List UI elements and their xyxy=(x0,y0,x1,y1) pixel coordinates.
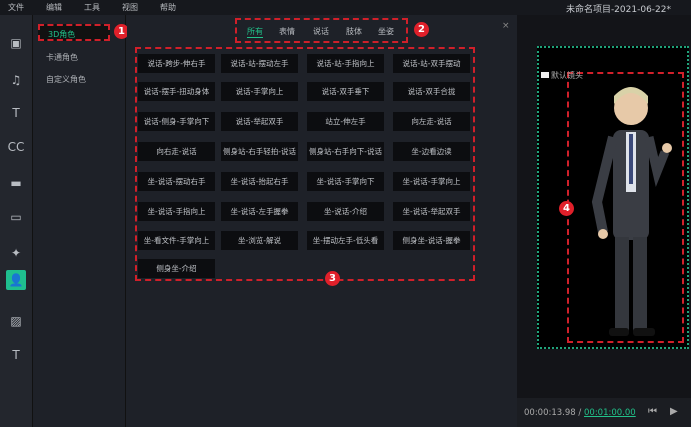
action-item[interactable]: 坐-说话-手掌向上 xyxy=(393,172,470,191)
category-item[interactable]: 3D角色 xyxy=(38,24,110,41)
folder-icon[interactable]: ▬ xyxy=(6,173,26,193)
action-item[interactable]: 坐-说话-摆动右手 xyxy=(138,172,215,191)
action-item[interactable]: 坐-说话-左手握拳 xyxy=(221,202,298,221)
action-item[interactable]: 坐-浏览-解说 xyxy=(221,231,298,250)
text-icon[interactable]: T xyxy=(6,103,26,123)
menu-item[interactable]: 编辑 xyxy=(46,2,62,13)
annotation-badge-2: 2 xyxy=(414,22,429,37)
action-item[interactable]: 说话-站-摆动左手 xyxy=(221,54,298,73)
menu-item[interactable]: 文件 xyxy=(8,2,24,13)
caption-icon[interactable]: CC xyxy=(6,137,26,157)
character-annotation xyxy=(567,72,684,343)
annotation-badge-4: 4 xyxy=(559,201,574,216)
music-icon[interactable]: ♫ xyxy=(6,70,26,90)
category-item[interactable]: 自定义角色 xyxy=(46,74,86,85)
camera-label-text: 默认镜头 xyxy=(551,71,583,80)
action-item[interactable]: 说话-跨步-伸右手 xyxy=(138,54,215,73)
current-time: 00:00:13.98 / xyxy=(524,408,582,418)
action-item[interactable]: 说话-双手合拢 xyxy=(393,82,470,101)
action-item[interactable]: 坐-说话-手指向上 xyxy=(138,202,215,221)
action-item[interactable]: 坐-说话-介绍 xyxy=(307,202,384,221)
action-item[interactable]: 侧身坐-介绍 xyxy=(138,259,215,278)
action-item[interactable]: 坐-说话-手掌向下 xyxy=(307,172,384,191)
camera-icon xyxy=(541,72,549,78)
action-item[interactable]: 说话-站-双手摆动 xyxy=(393,54,470,73)
menu-item[interactable]: 帮助 xyxy=(160,2,176,13)
tab-2[interactable]: 说话 xyxy=(313,26,329,37)
tab-0[interactable]: 所有 xyxy=(247,26,263,38)
effects-icon[interactable]: ✦ xyxy=(6,243,26,263)
menu-item[interactable]: 视图 xyxy=(122,2,138,13)
skip-back-icon[interactable]: ⏮ xyxy=(648,406,657,417)
video-icon[interactable]: ▣ xyxy=(6,33,26,53)
action-item[interactable]: 向左走-说话 xyxy=(393,112,470,131)
project-title: 未命名项目-2021-06-22* xyxy=(565,5,671,15)
category-panel: 3D角色卡通角色自定义角色 xyxy=(34,15,126,427)
action-item[interactable]: 侧身坐-说话-握拳 xyxy=(393,231,470,250)
tab-1[interactable]: 表情 xyxy=(279,26,295,37)
action-item[interactable]: 侧身站-右手向下-说话 xyxy=(307,142,384,161)
tab-3[interactable]: 肢体 xyxy=(346,26,362,37)
tool-rail: ▣ ♫ T CC ▬ ▭ ✦ 👤 ▨ T xyxy=(0,15,33,427)
character-icon[interactable]: 👤 xyxy=(6,270,26,290)
subtitle-icon[interactable]: T xyxy=(6,345,26,365)
play-icon[interactable]: ▶ xyxy=(670,406,678,417)
tab-4[interactable]: 坐姿 xyxy=(378,26,394,37)
category-item[interactable]: 卡通角色 xyxy=(46,52,78,63)
action-item[interactable]: 坐-看文件-手掌向上 xyxy=(138,231,215,250)
annotation-badge-3: 3 xyxy=(325,271,340,286)
action-item[interactable]: 说话-双手垂下 xyxy=(307,82,384,101)
action-item[interactable]: 说话-举起双手 xyxy=(221,112,298,131)
action-item[interactable]: 坐-边看边读 xyxy=(393,142,470,161)
action-item[interactable]: 站立-伸左手 xyxy=(307,112,384,131)
action-item[interactable]: 说话-站-手指向上 xyxy=(307,54,384,73)
action-item[interactable]: 向右走-说话 xyxy=(138,142,215,161)
camera-label: 默认镜头 xyxy=(541,70,583,81)
action-item[interactable]: 坐-摆动左手-低头看 xyxy=(307,231,384,250)
action-item[interactable]: 说话-摆手-扭动身体 xyxy=(138,82,215,101)
action-item[interactable]: 侧身站-右手轻拍-说话 xyxy=(221,142,298,161)
transition-icon[interactable]: ▨ xyxy=(6,311,26,331)
action-item[interactable]: 坐-说话-举起双手 xyxy=(393,202,470,221)
screen-icon[interactable]: ▭ xyxy=(6,207,26,227)
action-item[interactable]: 说话-侧身-手掌向下 xyxy=(138,112,215,131)
action-item[interactable]: 说话-手掌向上 xyxy=(221,82,298,101)
menu-item[interactable]: 工具 xyxy=(84,2,100,13)
action-item[interactable]: 坐-说话-抬起右手 xyxy=(221,172,298,191)
close-icon[interactable]: × xyxy=(502,21,510,31)
total-time[interactable]: 00:01:00.00 xyxy=(584,408,636,418)
